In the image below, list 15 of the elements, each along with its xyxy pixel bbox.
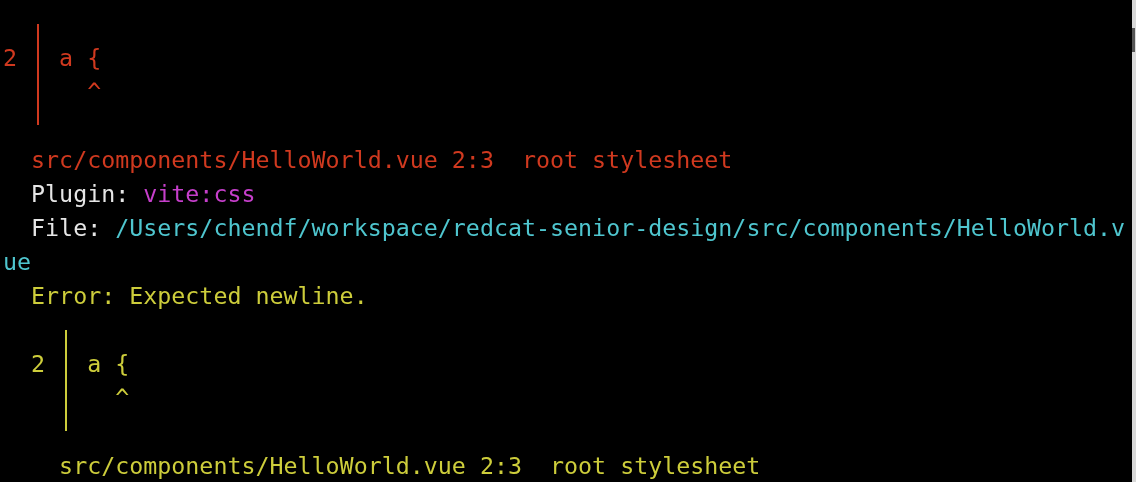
caret-marker: ^	[87, 78, 102, 105]
line-number: 2	[30, 350, 46, 377]
scroll-bar[interactable]	[1132, 0, 1136, 482]
code-line: a {	[59, 44, 102, 71]
terminal-text: src/components/HelloWorld.vue 2:3 root stylesheet	[30, 146, 733, 173]
terminal-text: ue	[3, 248, 32, 275]
terminal-text: Error: Expected newline.	[30, 282, 368, 309]
terminal-text: /Users/chendf/workspace/redcat-senior-design/src/components/HelloWorld.v	[115, 214, 1126, 241]
terminal-text: src/components/HelloWorld.vue 2:3 root stylesheet	[58, 452, 761, 479]
terminal-text: vite:css	[143, 180, 256, 207]
terminal-text: File:	[30, 214, 103, 241]
terminal-text: Plugin:	[30, 180, 131, 207]
code-line: a {	[87, 350, 130, 377]
line-number: 2	[3, 44, 18, 71]
caret-marker: ^	[115, 384, 130, 411]
